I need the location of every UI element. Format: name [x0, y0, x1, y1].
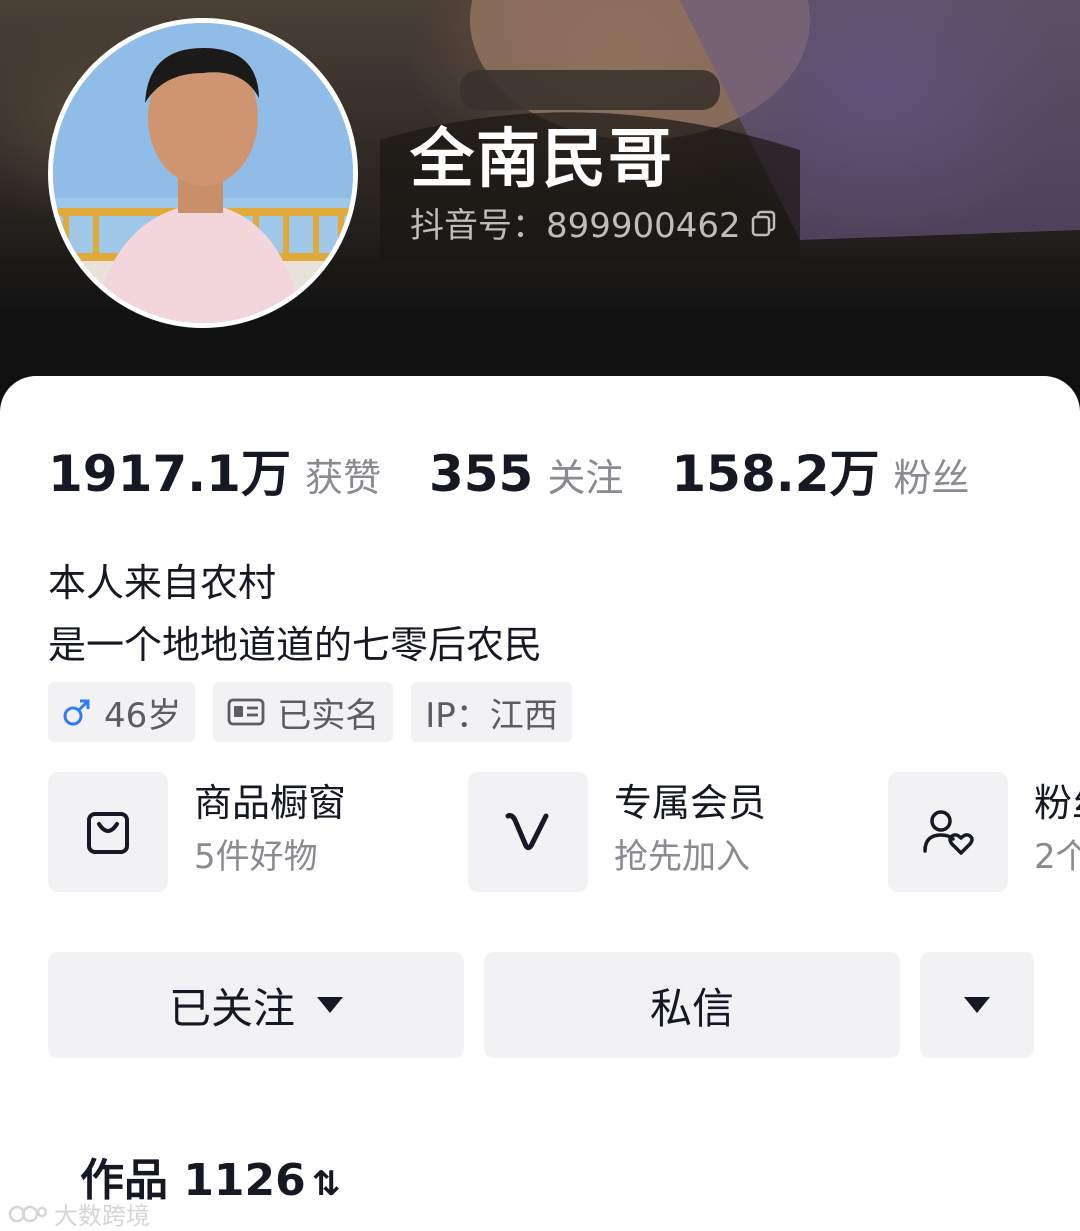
- age-tag: 46岁: [48, 682, 196, 742]
- profile-card: 1917.1万 获赞 355 关注 158.2万 粉丝 本人来自农村 是一个地地…: [0, 376, 1080, 1230]
- watermark-logo-icon: [8, 1205, 48, 1222]
- caret-down-icon: [317, 997, 343, 1013]
- douyin-id: 抖音号：899900462: [410, 206, 741, 246]
- male-icon: [63, 699, 90, 726]
- stats-row: 1917.1万 获赞 355 关注 158.2万 粉丝: [48, 434, 1018, 506]
- verified-label: 已实名: [277, 695, 380, 736]
- service-fan-group[interactable]: 粉丝 2个: [888, 772, 1080, 892]
- bio-line: 是一个地地道道的七零后农民: [48, 623, 543, 667]
- service-membership[interactable]: 专属会员 抢先加入: [468, 772, 888, 892]
- bio-line: 本人来自农村: [48, 561, 277, 605]
- ip-tag: IP：江西: [411, 682, 572, 742]
- stat-followers[interactable]: 158.2万 粉丝: [671, 434, 969, 506]
- service-subtitle: 2个: [1034, 837, 1080, 877]
- caret-down-icon: [964, 997, 990, 1013]
- stat-value: 158.2万: [671, 445, 880, 503]
- service-icon-box: [468, 772, 588, 892]
- services-row: 商品橱窗 5件好物 专属会员 抢先加入 粉 2个: [48, 772, 1080, 892]
- service-showcase[interactable]: 商品橱窗 5件好物: [48, 772, 468, 892]
- service-subtitle: 5件好物: [194, 837, 318, 877]
- id-card-icon: [227, 698, 265, 726]
- verified-tag: 已实名: [213, 682, 394, 742]
- message-button[interactable]: 私信: [484, 952, 900, 1058]
- service-title: 粉丝: [1034, 781, 1080, 825]
- avatar-photo: [53, 23, 353, 323]
- v-member-icon: [505, 813, 549, 851]
- sort-icon[interactable]: ⇅: [312, 1164, 341, 1204]
- profile-tags: 46岁 已实名 IP：江西: [48, 682, 572, 742]
- service-subtitle: 抢先加入: [614, 837, 750, 877]
- stat-label: 获赞: [304, 456, 381, 500]
- avatar[interactable]: [48, 18, 358, 328]
- stat-likes[interactable]: 1917.1万 获赞: [48, 434, 381, 506]
- service-icon-box: [48, 772, 168, 892]
- copy-icon[interactable]: [749, 208, 779, 238]
- nickname: 全南民哥: [410, 123, 674, 197]
- douyin-id-row: 抖音号：899900462: [410, 198, 779, 247]
- followed-label: 已关注: [168, 983, 295, 1033]
- stat-label: 关注: [547, 456, 624, 500]
- stat-value: 1917.1万: [48, 445, 291, 503]
- action-buttons: 已关注 私信: [48, 952, 1034, 1058]
- service-title: 专属会员: [614, 781, 767, 825]
- more-button[interactable]: [920, 952, 1034, 1058]
- watermark: 大数跨境: [8, 1196, 150, 1231]
- age-label: 46岁: [104, 695, 182, 736]
- service-icon-box: [888, 772, 1008, 892]
- stat-value: 355: [428, 445, 534, 503]
- stat-following[interactable]: 355 关注: [429, 445, 623, 503]
- stat-label: 粉丝: [893, 456, 970, 500]
- followed-button[interactable]: 已关注: [48, 952, 464, 1058]
- shopping-bag-icon: [87, 812, 129, 854]
- bio: 本人来自农村 是一个地地道道的七零后农民: [48, 552, 542, 676]
- fan-group-icon: [923, 810, 974, 855]
- ip-label: IP：江西: [425, 695, 558, 736]
- message-label: 私信: [649, 983, 734, 1033]
- watermark-text: 大数跨境: [54, 1202, 150, 1230]
- service-title: 商品橱窗: [194, 781, 347, 825]
